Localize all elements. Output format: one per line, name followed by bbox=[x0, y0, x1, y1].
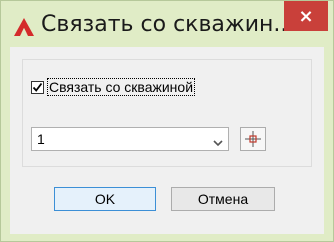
close-button[interactable]: × bbox=[284, 1, 328, 31]
dialog-body: Связать со скважиной 1 OK Отмена bbox=[10, 47, 324, 234]
chevron-down-icon bbox=[212, 135, 224, 147]
well-select-value: 1 bbox=[37, 131, 45, 147]
autocad-a-icon bbox=[13, 17, 35, 37]
well-select-combobox[interactable]: 1 bbox=[31, 127, 229, 151]
link-to-well-checkbox[interactable] bbox=[31, 80, 44, 94]
cancel-button[interactable]: Отмена bbox=[171, 187, 275, 211]
dialog-window: Связать со скважин... × Связать со скваж… bbox=[0, 0, 334, 242]
crosshair-pick-icon bbox=[245, 131, 261, 147]
close-icon: × bbox=[298, 5, 314, 27]
link-to-well-label: Связать со скважиной bbox=[47, 78, 196, 96]
window-title: Связать со скважин... bbox=[41, 12, 295, 37]
title-bar[interactable]: Связать со скважин... × bbox=[1, 1, 333, 47]
checkmark-icon bbox=[32, 82, 43, 92]
ok-button[interactable]: OK bbox=[54, 187, 156, 211]
pick-point-button[interactable] bbox=[240, 127, 266, 151]
link-to-well-checkbox-row[interactable]: Связать со скважиной bbox=[31, 77, 196, 97]
